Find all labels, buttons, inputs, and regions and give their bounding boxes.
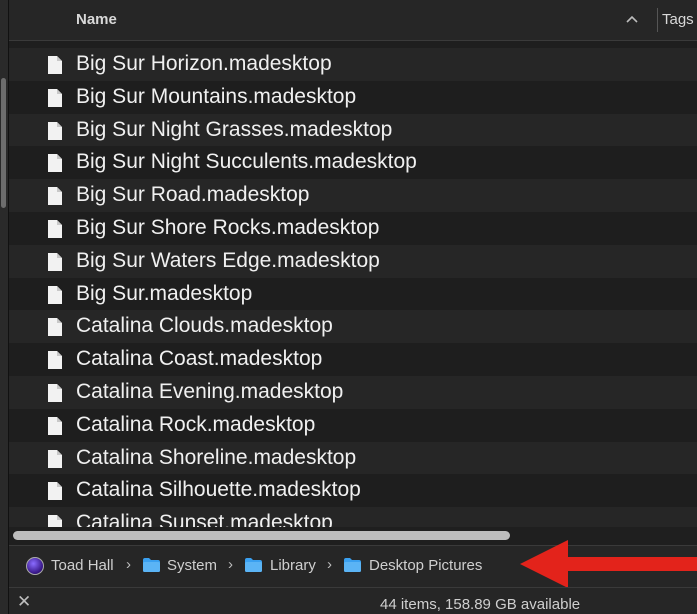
document-icon [48,121,62,140]
file-row[interactable]: Catalina Rock.madesktop [9,408,697,442]
file-list: Big Sur Horizon.madesktop Big Sur Mountai… [9,41,697,527]
file-row[interactable]: Catalina Shoreline.madesktop [9,441,697,475]
file-name: Big Sur.madesktop [76,281,253,305]
document-icon [48,449,62,468]
path-separator: › [126,556,131,573]
close-icon[interactable]: ✕ [17,592,31,612]
file-name: Catalina Sunset.madesktop [76,511,333,527]
file-row[interactable]: Big Sur Night Grasses.madesktop [9,113,697,147]
document-icon [48,252,62,271]
name-column-header[interactable]: Name [76,11,117,28]
file-name: Big Sur Mountains.madesktop [76,84,357,108]
tags-column-header[interactable]: Tags [662,11,694,28]
file-row[interactable]: Catalina Coast.madesktop [9,343,697,377]
path-separator: › [327,556,332,573]
file-name: Big Sur Night Succulents.madesktop [76,150,417,174]
file-row[interactable]: Big Sur Mountains.madesktop [9,80,697,114]
file-name: Catalina Rock.madesktop [76,412,316,436]
file-row[interactable]: Catalina Silhouette.madesktop [9,474,697,508]
file-name: Catalina Silhouette.madesktop [76,478,361,502]
document-icon [48,220,62,238]
document-icon [48,56,62,74]
document-icon [48,187,62,206]
status-bar: ✕ 44 items, 158.89 GB available [9,587,697,614]
file-name: Big Sur Horizon.madesktop [76,52,332,75]
file-row[interactable]: Catalina Evening.madesktop [9,376,697,409]
status-text: 44 items, 158.89 GB available [380,596,581,613]
document-icon [48,154,62,173]
file-name: Big Sur Shore Rocks.madesktop [76,216,380,239]
path-crumb[interactable]: Library [270,557,316,574]
file-row[interactable]: Big Sur Horizon.madesktop [9,48,697,81]
file-row[interactable]: Big Sur Shore Rocks.madesktop [9,212,697,245]
path-crumb[interactable]: System [167,557,217,574]
file-row[interactable]: Big Sur Waters Edge.madesktop [9,244,697,278]
red-arrow-annotation [520,540,697,588]
column-header: Name Tags [9,0,697,41]
path-separator: › [228,556,233,573]
left-scrollbar-thumb[interactable] [1,78,6,208]
file-name: Big Sur Night Grasses.madesktop [76,117,393,141]
horizontal-scrollbar-thumb[interactable] [13,531,510,540]
document-icon [48,285,62,304]
file-row[interactable]: Catalina Clouds.madesktop [9,310,697,344]
document-icon [48,88,62,107]
document-icon [48,482,62,501]
document-icon [48,416,62,435]
sort-ascending-icon[interactable] [625,12,639,26]
folder-icon [143,558,160,572]
file-row[interactable]: Big Sur Road.madesktop [9,179,697,213]
path-crumb[interactable]: Toad Hall [51,557,114,574]
file-name: Catalina Coast.madesktop [76,347,323,371]
folder-icon [344,558,361,572]
document-icon [48,318,62,337]
file-name: Catalina Evening.madesktop [76,380,344,403]
file-row[interactable]: Big Sur Night Succulents.madesktop [9,146,697,180]
left-panel-edge [0,0,9,614]
file-name: Catalina Clouds.madesktop [76,314,333,338]
file-name: Big Sur Waters Edge.madesktop [76,248,380,272]
file-name: Big Sur Road.madesktop [76,183,310,207]
folder-icon [245,558,262,572]
document-icon [48,384,62,402]
file-name: Catalina Shoreline.madesktop [76,445,357,469]
document-icon [48,515,62,527]
document-icon [48,351,62,370]
file-row[interactable]: Big Sur.madesktop [9,277,697,311]
file-row[interactable]: Catalina Sunset.madesktop [9,507,697,527]
column-divider[interactable] [657,8,658,32]
disk-icon [26,557,44,575]
path-crumb[interactable]: Desktop Pictures [369,557,482,574]
